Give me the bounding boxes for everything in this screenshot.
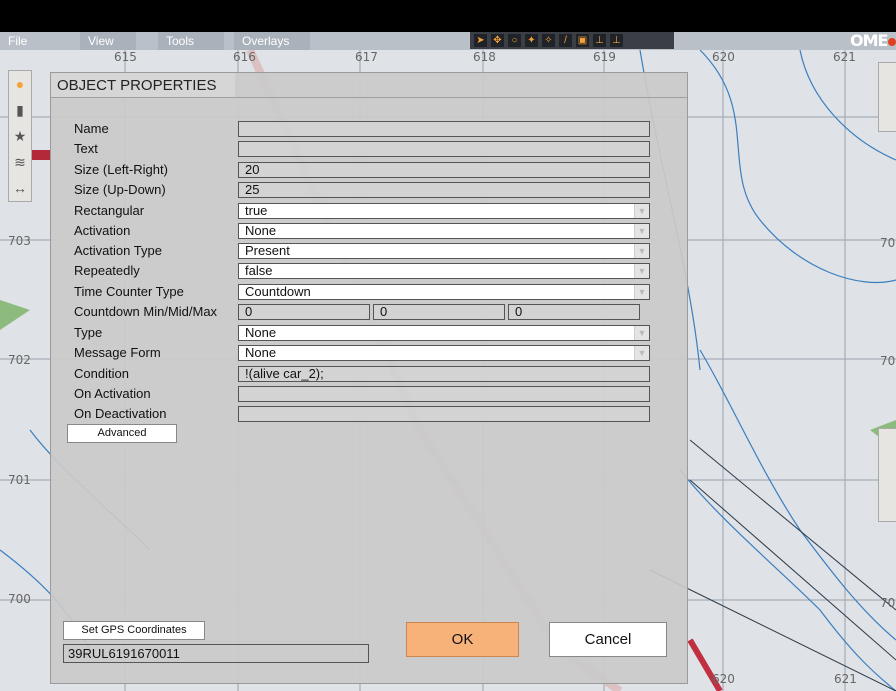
dialog-title-divider — [51, 97, 687, 98]
grid-tick-right: 70: — [880, 236, 896, 250]
chevron-down-icon[interactable]: ▼ — [634, 244, 649, 258]
set-gps-coordinates-button[interactable]: Set GPS Coordinates — [63, 621, 205, 640]
layers-icon[interactable]: ≋ — [9, 149, 31, 175]
sync-icon[interactable]: ⊥ — [593, 34, 606, 47]
text-label: Text — [74, 141, 98, 156]
grid-tick-top: 615 — [114, 50, 137, 64]
chevron-down-icon[interactable]: ▼ — [634, 285, 649, 299]
grid-tick-right: 70( — [880, 596, 896, 610]
chevron-down-icon[interactable]: ▼ — [634, 224, 649, 238]
on-deactivation-label: On Deactivation — [74, 406, 167, 421]
chevron-down-icon[interactable]: ▼ — [634, 204, 649, 218]
grid-tick-top: 621 — [833, 50, 856, 64]
on-deactivation-input[interactable] — [238, 406, 650, 422]
lasso-icon[interactable]: ○ — [508, 34, 521, 47]
select-icon[interactable]: ➤ — [474, 34, 487, 47]
activation-select[interactable]: None ▼ — [238, 223, 650, 239]
chevron-down-icon[interactable]: ▼ — [634, 326, 649, 340]
brand-label: OME — [850, 31, 888, 50]
grid-tick-top: 616 — [233, 50, 256, 64]
condition-input[interactable]: !(alive car_2); — [238, 366, 650, 382]
grid-tick-top: 618 — [473, 50, 496, 64]
countdown-label: Countdown Min/Mid/Max — [74, 304, 218, 319]
time-counter-type-value: Countdown — [245, 284, 311, 299]
unlink-icon[interactable]: ✧ — [542, 34, 555, 47]
object-properties-dialog: OBJECT PROPERTIES Name Text Size (Left-R… — [50, 72, 688, 684]
menu-file[interactable]: File — [8, 32, 27, 50]
ground-icon[interactable]: ⊥ — [610, 34, 623, 47]
type-select[interactable]: None ▼ — [238, 325, 650, 341]
link-icon[interactable]: ✦ — [525, 34, 538, 47]
condition-label: Condition — [74, 366, 129, 381]
menu-overlays[interactable]: Overlays — [234, 32, 310, 50]
repeatedly-value: false — [245, 263, 273, 278]
name-label: Name — [74, 121, 109, 136]
rectangular-select[interactable]: true ▼ — [238, 203, 650, 219]
dialog-title: OBJECT PROPERTIES — [51, 73, 235, 97]
record-icon — [888, 38, 896, 46]
chevron-down-icon[interactable]: ▼ — [634, 264, 649, 278]
time-counter-type-select[interactable]: Countdown ▼ — [238, 284, 650, 300]
chevron-down-icon[interactable]: ▼ — [634, 346, 649, 360]
on-activation-input[interactable] — [238, 386, 650, 402]
grid-tick-left: 702 — [8, 353, 31, 367]
tool-palette: ➤ ✥ ○ ✦ ✧ / ▣ ⊥ ⊥ — [470, 32, 674, 49]
repeatedly-label: Repeatedly — [74, 263, 140, 278]
grid-tick-bottom: 620 — [712, 672, 735, 686]
chart-icon[interactable]: ▮ — [9, 97, 31, 123]
type-label: Type — [74, 325, 103, 340]
repeatedly-select[interactable]: false ▼ — [238, 263, 650, 279]
name-input[interactable] — [238, 121, 650, 137]
grid-tick-right: 70: — [880, 354, 896, 368]
area-icon[interactable]: ▣ — [576, 34, 589, 47]
top-bar — [0, 0, 896, 32]
activation-value: None — [245, 223, 277, 238]
countdown-min-input[interactable]: 0 — [238, 304, 370, 320]
right-side-toolbar — [878, 62, 896, 132]
grid-tick-bottom: 621 — [834, 672, 857, 686]
right-side-toolbar-lower — [878, 428, 896, 522]
rectangular-value: true — [245, 203, 268, 218]
advanced-button[interactable]: Advanced — [67, 424, 177, 443]
gps-coordinates-field[interactable]: 39RUL6191670011 — [63, 644, 369, 663]
menu-view[interactable]: View — [80, 32, 136, 50]
star-icon[interactable]: ★ — [9, 123, 31, 149]
orange-dot-icon[interactable]: ● — [9, 71, 31, 97]
line-icon[interactable]: / — [559, 34, 572, 47]
size-up-down-input[interactable]: 25 — [238, 182, 650, 198]
message-form-value: None — [245, 345, 277, 360]
grid-tick-top: 617 — [355, 50, 378, 64]
grid-tick-left: 703 — [8, 234, 31, 248]
message-form-select[interactable]: None ▼ — [238, 345, 650, 361]
grid-tick-top: 619 — [593, 50, 616, 64]
rectangular-label: Rectangular — [74, 203, 145, 218]
grid-tick-top: 620 — [712, 50, 735, 64]
menu-tools[interactable]: Tools — [158, 32, 224, 50]
size-left-right-input[interactable]: 20 — [238, 162, 650, 178]
cancel-button[interactable]: Cancel — [549, 622, 667, 657]
grid-tick-left: 701 — [8, 473, 31, 487]
type-value: None — [245, 325, 277, 340]
on-activation-label: On Activation — [74, 386, 151, 401]
countdown-mid-input[interactable]: 0 — [373, 304, 505, 320]
grid-tick-left: 700 — [8, 592, 31, 606]
move-icon[interactable]: ✥ — [491, 34, 504, 47]
size-left-right-label: Size (Left-Right) — [74, 162, 168, 177]
ok-button[interactable]: OK — [406, 622, 519, 657]
activation-label: Activation — [74, 223, 131, 238]
resize-icon[interactable]: ↔ — [9, 175, 31, 201]
activation-type-label: Activation Type — [74, 243, 162, 258]
countdown-max-input[interactable]: 0 — [508, 304, 640, 320]
text-input[interactable] — [238, 141, 650, 157]
message-form-label: Message Form — [74, 345, 161, 360]
time-counter-type-label: Time Counter Type — [74, 284, 184, 299]
left-side-toolbar: ● ▮ ★ ≋ ↔ — [8, 70, 32, 202]
size-up-down-label: Size (Up-Down) — [74, 182, 166, 197]
activation-type-value: Present — [245, 243, 290, 258]
activation-type-select[interactable]: Present ▼ — [238, 243, 650, 259]
